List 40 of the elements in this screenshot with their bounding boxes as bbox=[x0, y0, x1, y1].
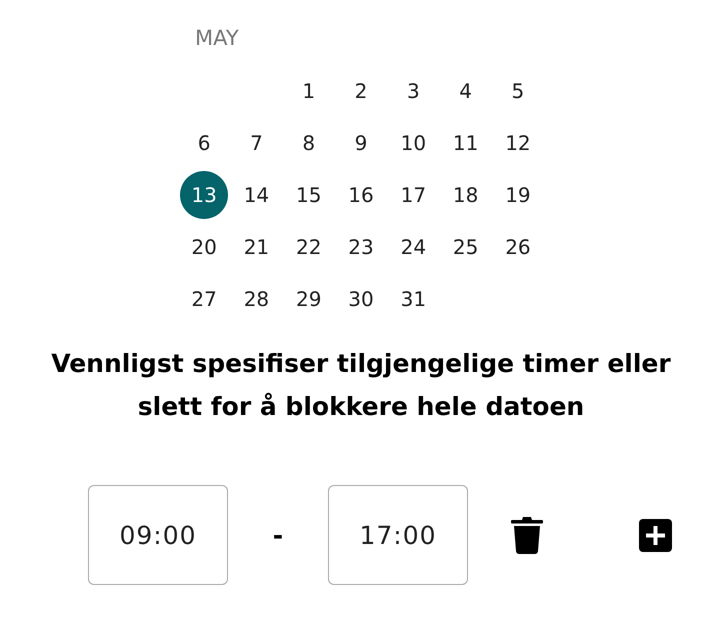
calendar-day[interactable]: 21 bbox=[232, 223, 280, 271]
calendar-day[interactable]: 20 bbox=[180, 223, 228, 271]
end-time-field[interactable]: 17:00 bbox=[328, 485, 468, 585]
start-time-field[interactable]: 09:00 bbox=[88, 485, 228, 585]
calendar-day[interactable]: 3 bbox=[389, 67, 438, 115]
calendar-day[interactable]: 28 bbox=[232, 275, 280, 323]
calendar-day[interactable]: 12 bbox=[494, 119, 542, 167]
calendar-day[interactable]: 25 bbox=[442, 223, 490, 271]
instruction-text: Vennligst spesifiser tilgjengelige timer eller slett for å blokkere hele datoen bbox=[50, 348, 672, 423]
calendar-day[interactable]: 6 bbox=[180, 119, 228, 167]
calendar-day[interactable]: 15 bbox=[284, 171, 333, 219]
calendar-day[interactable]: 16 bbox=[337, 171, 386, 219]
calendar-day[interactable]: 22 bbox=[284, 223, 333, 271]
calendar-day[interactable]: 27 bbox=[180, 275, 228, 323]
calendar-day[interactable]: 19 bbox=[494, 171, 542, 219]
month-label: MAY bbox=[195, 25, 240, 52]
calendar-day[interactable]: 31 bbox=[389, 275, 438, 323]
calendar-day[interactable]: 1 bbox=[284, 67, 333, 115]
range-separator: - bbox=[272, 520, 284, 550]
delete-button[interactable] bbox=[511, 516, 543, 554]
add-button[interactable] bbox=[639, 518, 672, 552]
calendar-day[interactable]: 4 bbox=[442, 67, 490, 115]
selected-day[interactable]: 13 bbox=[180, 171, 228, 219]
trash-icon bbox=[511, 516, 543, 554]
calendar-day[interactable]: 8 bbox=[284, 119, 333, 167]
calendar-day[interactable]: 10 bbox=[389, 119, 438, 167]
calendar-day[interactable]: 11 bbox=[442, 119, 490, 167]
calendar-day[interactable]: 24 bbox=[389, 223, 438, 271]
calendar-day[interactable]: 7 bbox=[232, 119, 280, 167]
plus-icon bbox=[639, 518, 672, 552]
calendar-day[interactable]: 23 bbox=[337, 223, 386, 271]
calendar-day[interactable]: 18 bbox=[442, 171, 490, 219]
calendar-day[interactable]: 2 bbox=[337, 67, 386, 115]
calendar-day[interactable]: 5 bbox=[494, 67, 542, 115]
calendar-day[interactable]: 26 bbox=[494, 223, 542, 271]
calendar-day[interactable]: 30 bbox=[337, 275, 386, 323]
calendar-day[interactable]: 17 bbox=[389, 171, 438, 219]
calendar-day[interactable]: 14 bbox=[232, 171, 280, 219]
calendar-day[interactable]: 29 bbox=[284, 275, 333, 323]
calendar-day[interactable]: 9 bbox=[337, 119, 386, 167]
